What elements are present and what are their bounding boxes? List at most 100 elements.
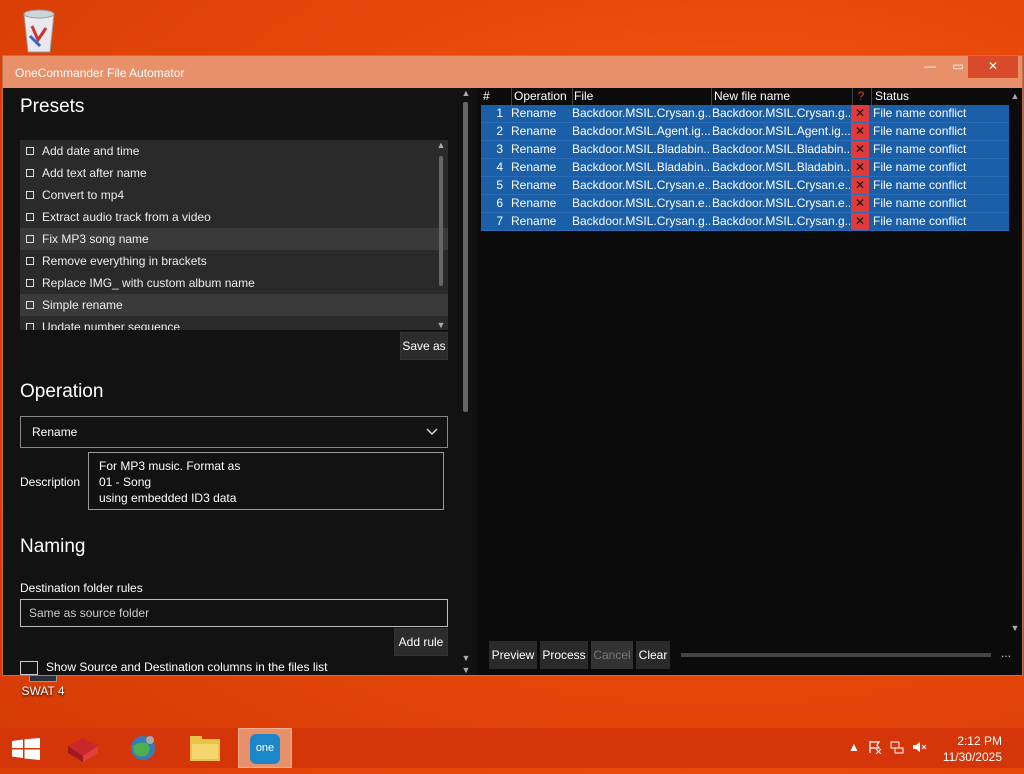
cell-number: 5	[496, 178, 503, 192]
swat-label: SWAT 4	[21, 684, 65, 698]
add-rule-button[interactable]: Add rule	[394, 628, 448, 656]
preset-checkbox[interactable]	[26, 213, 34, 221]
cell-status: File name conflict	[873, 142, 967, 156]
show-columns-option[interactable]: Show Source and Destination columns in t…	[20, 660, 327, 675]
col-status[interactable]: Status	[873, 88, 1011, 105]
clock[interactable]: 2:12 PM 11/30/2025	[932, 733, 1002, 765]
preset-item[interactable]: Remove everything in brackets	[20, 250, 448, 272]
show-hidden-icons-icon[interactable]: ▲	[848, 740, 860, 754]
taskbar-app-onecommander[interactable]: one	[238, 728, 292, 768]
table-row[interactable]: 1 Rename Backdoor.MSIL.Crysan.g... Backdoor…	[481, 105, 1009, 123]
cell-number: 2	[496, 124, 503, 138]
start-button[interactable]	[0, 728, 50, 768]
file-automator-window: OneCommander File Automator — ▭ ✕ Preset…	[2, 55, 1023, 676]
col-new-file-name[interactable]: New file name	[712, 88, 853, 105]
action-center-flag-icon[interactable]	[868, 740, 882, 757]
presets-heading: Presets	[20, 96, 85, 117]
grid-header: # Operation File New file name ? Status	[481, 88, 1009, 105]
more-options-button[interactable]: ...	[1001, 646, 1011, 660]
settings-pane: Presets Add date and time Add text after …	[3, 88, 459, 675]
preset-label: Add text after name	[42, 166, 147, 180]
table-row[interactable]: 2 Rename Backdoor.MSIL.Agent.ig... Backdoor…	[481, 123, 1009, 141]
preset-item[interactable]: Extract audio track from a video	[20, 206, 448, 228]
conflict-icon: ✕	[851, 159, 869, 176]
conflict-icon: ✕	[851, 141, 869, 158]
preset-checkbox[interactable]	[26, 235, 34, 243]
presets-scrollbar[interactable]: ▲ ▼	[436, 140, 446, 330]
preset-checkbox[interactable]	[26, 301, 34, 309]
scroll-thumb[interactable]	[439, 156, 443, 286]
preset-item[interactable]: Add date and time	[20, 140, 448, 162]
preset-label: Convert to mp4	[42, 188, 125, 202]
destination-folder-input[interactable]: Same as source folder	[20, 599, 448, 627]
preset-item[interactable]: Replace IMG_ with custom album name	[20, 272, 448, 294]
clear-button[interactable]: Clear	[636, 641, 670, 669]
settings-scrollbar[interactable]: ▲ ▼ ▼	[459, 88, 473, 675]
save-as-button[interactable]: Save as	[400, 332, 448, 360]
preset-checkbox[interactable]	[26, 147, 34, 155]
table-row[interactable]: 7 Rename Backdoor.MSIL.Crysan.g... Backdoor…	[481, 213, 1009, 231]
col-file[interactable]: File	[572, 88, 712, 105]
close-button[interactable]: ✕	[968, 56, 1018, 78]
preset-item[interactable]: Add text after name	[20, 162, 448, 184]
minimize-button[interactable]: —	[916, 56, 944, 78]
preset-label: Add date and time	[42, 144, 140, 158]
grid-scrollbar[interactable]: ▲ ▼	[1010, 88, 1020, 633]
operation-select[interactable]: Rename	[20, 416, 448, 448]
table-row[interactable]: 4 Rename Backdoor.MSIL.Bladabin... Backdoor…	[481, 159, 1009, 177]
cell-operation: Rename	[511, 196, 557, 210]
preset-label: Fix MP3 song name	[42, 232, 149, 246]
preset-checkbox[interactable]	[26, 279, 34, 287]
taskbar-app-file-explorer[interactable]	[178, 728, 232, 768]
preset-item[interactable]: Convert to mp4	[20, 184, 448, 206]
scroll-down-icon[interactable]: ▼	[459, 653, 473, 663]
recycle-bin-icon[interactable]	[18, 6, 60, 54]
preset-checkbox[interactable]	[26, 323, 34, 330]
col-operation[interactable]: Operation	[511, 88, 573, 105]
cell-number: 1	[496, 106, 503, 120]
cell-number: 4	[496, 160, 503, 174]
cell-status: File name conflict	[873, 160, 967, 174]
cell-operation: Rename	[511, 124, 557, 138]
preset-checkbox[interactable]	[26, 191, 34, 199]
files-grid[interactable]: 1 Rename Backdoor.MSIL.Crysan.g... Backdoor…	[481, 105, 1009, 231]
destination-value: Same as source folder	[29, 606, 150, 620]
presets-list[interactable]: Add date and time Add text after name Conv…	[20, 140, 448, 330]
scroll-up-icon[interactable]: ▲	[436, 140, 446, 150]
cell-operation: Rename	[511, 214, 557, 228]
col-number[interactable]: #	[481, 88, 512, 105]
destination-label: Destination folder rules	[20, 581, 143, 595]
taskbar-app-package[interactable]	[56, 728, 110, 768]
network-icon[interactable]	[890, 740, 904, 757]
preset-item[interactable]: Update number sequence	[20, 316, 448, 330]
preview-button[interactable]: Preview	[489, 641, 537, 669]
scroll-up-icon[interactable]: ▲	[1010, 91, 1020, 101]
scroll-up-icon[interactable]: ▲	[459, 88, 473, 98]
cell-number: 3	[496, 142, 503, 156]
scroll-thumb[interactable]	[463, 102, 468, 412]
cancel-button: Cancel	[591, 641, 633, 669]
show-columns-checkbox[interactable]	[20, 660, 38, 675]
title-bar[interactable]: OneCommander File Automator — ▭ ✕	[3, 56, 1022, 88]
taskbar-app-browser[interactable]	[116, 728, 170, 768]
preset-item[interactable]: Simple rename	[20, 294, 448, 316]
cell-new-file-name: Backdoor.MSIL.Agent.ig...	[712, 124, 850, 138]
cell-file: Backdoor.MSIL.Crysan.g...	[572, 106, 710, 120]
col-conflict[interactable]: ?	[851, 88, 872, 105]
volume-muted-icon[interactable]	[912, 740, 928, 757]
scroll-down-icon[interactable]: ▼	[459, 665, 473, 675]
progress-bar	[681, 653, 991, 657]
preset-label: Extract audio track from a video	[42, 210, 211, 224]
process-button[interactable]: Process	[540, 641, 588, 669]
scroll-down-icon[interactable]: ▼	[436, 320, 446, 330]
table-row[interactable]: 3 Rename Backdoor.MSIL.Bladabin... Backdoor…	[481, 141, 1009, 159]
scroll-down-icon[interactable]: ▼	[1010, 623, 1020, 633]
taskbar: one ▲ 2:12 PM 11/30/2025	[0, 728, 1024, 768]
table-row[interactable]: 5 Rename Backdoor.MSIL.Crysan.e... Backdoor…	[481, 177, 1009, 195]
naming-heading: Naming	[20, 536, 86, 557]
table-row[interactable]: 6 Rename Backdoor.MSIL.Crysan.e... Backdoor…	[481, 195, 1009, 213]
preset-item[interactable]: Fix MP3 song name	[20, 228, 448, 250]
preset-checkbox[interactable]	[26, 257, 34, 265]
preset-checkbox[interactable]	[26, 169, 34, 177]
preset-label: Remove everything in brackets	[42, 254, 207, 268]
